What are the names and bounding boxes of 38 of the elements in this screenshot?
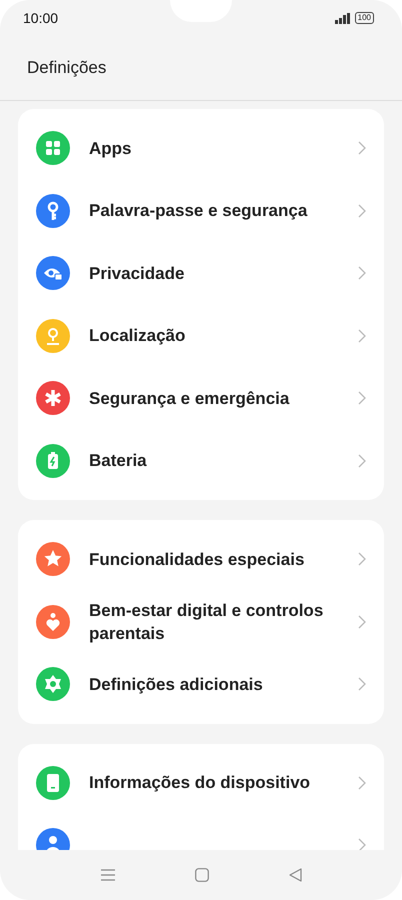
item-label: Definições adicionais: [89, 674, 264, 696]
settings-item[interactable]: Bem-estar digital e controlos parentais: [18, 590, 384, 653]
back-icon[interactable]: [288, 868, 302, 882]
settings-item[interactable]: Definições adicionais: [18, 653, 384, 716]
chevron-icon: [358, 614, 366, 629]
item-label: Bateria: [89, 450, 148, 472]
signal-icon: [334, 12, 351, 24]
chevron-icon: [358, 776, 366, 790]
item-label: Informações do dispositivo: [89, 772, 312, 794]
item-label: Apps: [89, 138, 132, 160]
home-icon[interactable]: [194, 868, 208, 882]
settings-item[interactable]: Privacidade: [18, 242, 384, 304]
chevron-icon: [358, 391, 366, 406]
chevron-icon: [358, 454, 366, 468]
settings-item[interactable]: Apps: [18, 117, 384, 180]
chevron-icon: [358, 838, 366, 850]
item-label: Privacidade: [89, 262, 186, 285]
menu-icon[interactable]: [100, 869, 114, 881]
item-label: Bem-estar digital e controlos parentais: [89, 600, 324, 645]
settings-item[interactable]: Segurança e emergência: [18, 367, 384, 430]
battery-indicator: 100: [354, 12, 374, 24]
settings-item[interactable]: Localização: [18, 304, 384, 367]
item-label: Funcionalidades especiais: [89, 548, 306, 571]
chevron-icon: [358, 204, 366, 218]
settings-item[interactable]: Palavra-passe e segurança: [18, 180, 384, 242]
item-label: Palavra-passe e segurança: [89, 200, 308, 222]
settings-item[interactable]: Funcionalidades especiais: [18, 528, 384, 590]
item-label: Localização: [89, 325, 186, 348]
page-title: Definições: [27, 58, 106, 78]
settings-item[interactable]: Bateria: [18, 430, 384, 492]
item-label: Segurança e emergência: [89, 388, 290, 410]
chevron-icon: [358, 552, 366, 566]
chevron-icon: [358, 266, 366, 280]
chevron-icon: [358, 141, 366, 156]
status-time: 10:00: [23, 10, 58, 26]
settings-item[interactable]: Informações do dispositivo: [18, 752, 384, 814]
chevron-icon: [358, 677, 366, 692]
chevron-icon: [358, 328, 366, 343]
